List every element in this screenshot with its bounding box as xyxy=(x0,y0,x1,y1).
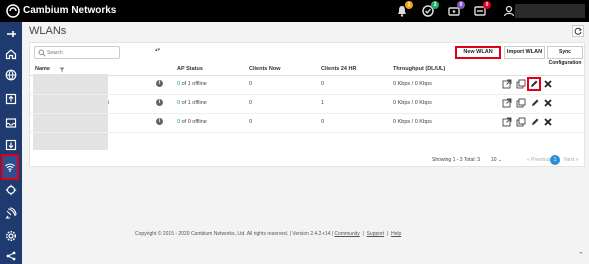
top-bar: Cambium Networks 1 3 0 0 xyxy=(0,0,589,22)
sidebar xyxy=(0,22,22,264)
next-page-link[interactable]: Next » xyxy=(564,157,578,163)
check-circle-icon[interactable]: 3 xyxy=(421,1,439,18)
ap-status: 0 of 0 offline xyxy=(177,119,207,125)
showing-count: Showing 1 - 3 Total: 3 xyxy=(432,157,480,163)
ap-status-text: of 1 offline xyxy=(180,100,207,106)
search-box[interactable] xyxy=(34,46,120,59)
open-external-icon[interactable] xyxy=(502,79,512,89)
chevron-down-icon: ⌄ xyxy=(497,157,503,163)
column-header-throughput[interactable]: Throughput (DL/UL) xyxy=(393,66,445,72)
delete-icon[interactable] xyxy=(543,79,553,89)
user-icon[interactable] xyxy=(502,4,516,18)
devices-count: 0 xyxy=(457,1,465,9)
main-content: WLANs ▴▾ New WLAN Import WLAN Sync Confi… xyxy=(22,22,589,264)
table-row[interactable]: i 0 of 0 offline 0 0 0 Kbps / 0 Kbps xyxy=(30,113,584,133)
page-title: WLANs xyxy=(29,25,67,37)
import-wlan-button[interactable]: Import WLAN xyxy=(504,46,545,59)
clients-24hr: 0 xyxy=(321,119,325,125)
open-external-icon[interactable] xyxy=(502,117,512,127)
wifi-icon[interactable] xyxy=(1,154,19,180)
current-page[interactable]: 1 xyxy=(550,155,560,165)
gear-icon[interactable] xyxy=(3,228,19,244)
sort-caret-icon[interactable]: ▴▾ xyxy=(155,47,160,53)
support-link[interactable]: Support xyxy=(367,231,385,237)
throughput: 0 Kbps / 0 Kbps xyxy=(393,81,432,87)
filter-icon[interactable] xyxy=(59,67,65,73)
edit-icon[interactable] xyxy=(527,77,541,91)
copy-icon[interactable] xyxy=(516,117,526,127)
clients-now: 0 xyxy=(249,81,253,87)
globe-icon[interactable] xyxy=(3,67,19,83)
copy-icon[interactable] xyxy=(516,79,526,89)
column-header-ap-status[interactable]: AP Status xyxy=(177,66,203,72)
page-size-select[interactable]: 10 ⌄ xyxy=(491,157,502,163)
column-header-clients-24hr[interactable]: Clients 24 HR xyxy=(321,66,356,72)
pagination-bar: Showing 1 - 3 Total: 3 10 ⌄ « Previous 1… xyxy=(30,153,584,167)
edit-icon[interactable] xyxy=(530,98,540,108)
footer: Copyright © 2015 - 2020 Cambium Networks… xyxy=(135,231,401,237)
inbox-icon[interactable] xyxy=(3,115,19,131)
info-icon[interactable]: i xyxy=(156,80,163,87)
pin-icon[interactable] xyxy=(3,26,19,42)
cambium-logo-icon[interactable] xyxy=(6,4,20,18)
bell-icon[interactable]: 1 xyxy=(395,1,413,18)
help-link[interactable]: Help xyxy=(391,231,401,237)
delete-icon[interactable] xyxy=(543,117,553,127)
online-count: 3 xyxy=(431,1,439,9)
upload-box-icon[interactable] xyxy=(3,91,19,107)
home-icon[interactable] xyxy=(3,46,19,62)
new-wlan-button[interactable]: New WLAN xyxy=(455,46,501,59)
account-menu[interactable] xyxy=(515,4,585,18)
page-size-value: 10 xyxy=(491,157,497,163)
wlan-table-card: ▴▾ New WLAN Import WLAN Sync Configurati… xyxy=(29,42,585,167)
table-row[interactable]: i 0 of 1 offline 0 0 0 Kbps / 0 Kbps xyxy=(30,75,584,95)
clients-now: 0 xyxy=(249,100,253,106)
clients-now: 0 xyxy=(249,119,253,125)
clients-24hr: 0 xyxy=(321,81,325,87)
community-link[interactable]: Community xyxy=(334,231,359,237)
ap-status: 0 of 1 offline xyxy=(177,100,207,106)
separator: | xyxy=(385,231,390,237)
satellite-icon[interactable] xyxy=(3,205,19,221)
sync-configuration-button[interactable]: Sync Configuration xyxy=(547,46,583,66)
throughput: 0 Kbps / 0 Kbps xyxy=(393,119,432,125)
clients-24hr: 1 xyxy=(321,100,325,106)
delete-icon[interactable] xyxy=(543,98,553,108)
brand-name: Cambium Networks xyxy=(23,5,117,16)
download-box-icon[interactable] xyxy=(3,137,19,153)
previous-page-link[interactable]: « Previous xyxy=(527,157,551,163)
copy-icon[interactable] xyxy=(516,98,526,108)
wlan-name-suffix: i xyxy=(108,100,110,106)
throughput: 0 Kbps / 0 Kbps xyxy=(393,100,432,106)
info-icon[interactable]: i xyxy=(156,118,163,125)
info-icon[interactable]: i xyxy=(156,99,163,106)
scroll-top-icon[interactable]: ⌃ xyxy=(578,251,584,259)
refresh-button[interactable] xyxy=(572,25,584,37)
share-icon[interactable] xyxy=(3,248,19,264)
copyright-text: Copyright © 2015 - 2020 Cambium Networks… xyxy=(135,231,334,237)
notification-count: 1 xyxy=(405,1,413,9)
column-header-name[interactable]: Name xyxy=(35,66,50,72)
table-row[interactable]: i i 0 of 1 offline 0 1 0 Kbps / 0 Kbps xyxy=(30,94,584,114)
edit-icon[interactable] xyxy=(530,117,540,127)
alerts-count: 0 xyxy=(483,1,491,9)
open-external-icon[interactable] xyxy=(502,98,512,108)
ap-status-text: of 0 offline xyxy=(180,119,207,125)
alert-icon[interactable]: 0 xyxy=(473,1,491,18)
search-icon xyxy=(38,49,46,57)
ap-status-text: of 1 offline xyxy=(180,81,207,87)
network-icon[interactable] xyxy=(3,182,19,198)
separator: | xyxy=(361,231,366,237)
devices-icon[interactable]: 0 xyxy=(447,1,465,18)
search-input[interactable] xyxy=(47,47,117,58)
ap-status: 0 of 1 offline xyxy=(177,81,207,87)
column-header-clients-now[interactable]: Clients Now xyxy=(249,66,280,72)
